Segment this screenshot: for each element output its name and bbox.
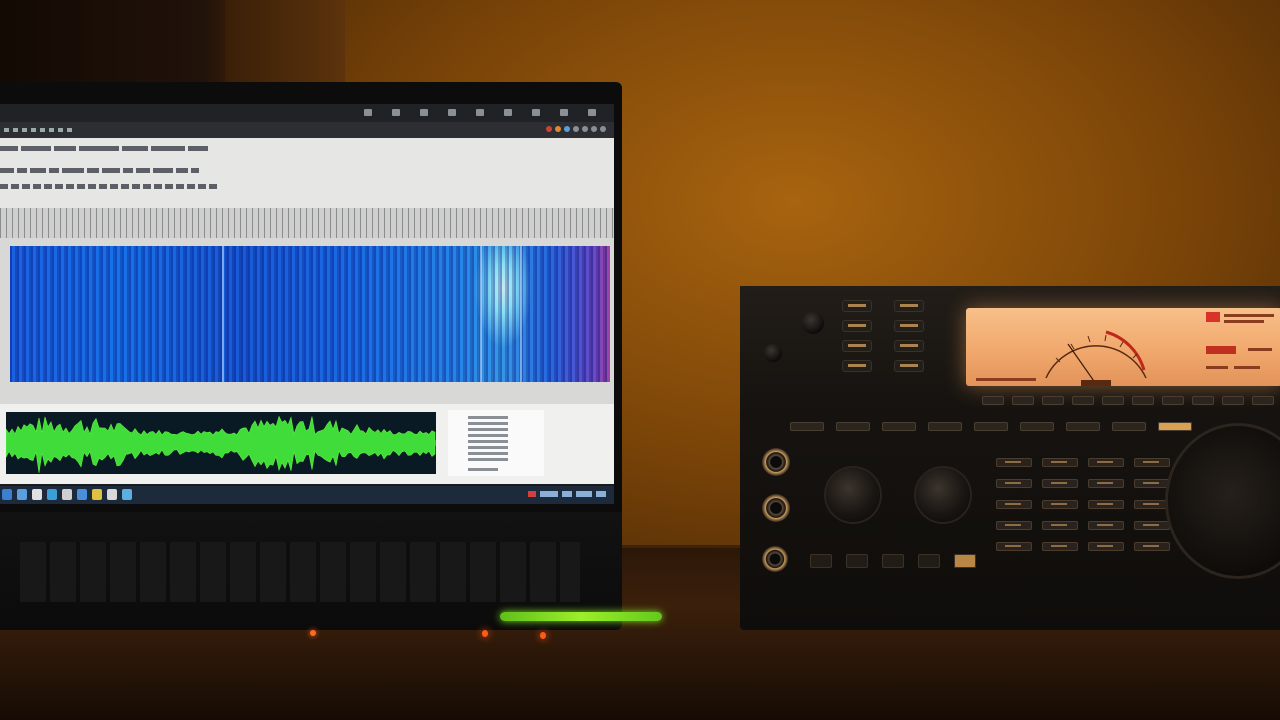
status-icon	[392, 109, 400, 116]
small-knob	[802, 312, 824, 334]
os-title-bar	[0, 104, 614, 122]
marker-line	[520, 246, 522, 382]
app-icon	[17, 489, 27, 500]
status-icon	[560, 109, 568, 116]
laptop-screen	[0, 104, 614, 504]
control-knob	[916, 468, 970, 522]
green-cable	[500, 612, 662, 621]
photo-scene	[0, 0, 1280, 720]
radio-button-grid	[842, 300, 924, 372]
small-knob	[764, 344, 782, 362]
status-icon	[364, 109, 372, 116]
status-icon	[420, 109, 428, 116]
keyboard-keys	[20, 542, 580, 602]
lower-button-row	[810, 554, 976, 568]
led-indicator-icon	[310, 630, 316, 636]
menu-items	[4, 128, 72, 132]
radio-button	[842, 340, 872, 352]
radio-button	[842, 320, 872, 332]
toolbar-row	[0, 144, 208, 154]
radio-button	[894, 300, 924, 312]
function-button-row	[790, 422, 1192, 431]
waveform-svg	[6, 415, 436, 473]
radio-button	[842, 360, 872, 372]
audio-jack	[762, 494, 790, 522]
radio-transceiver	[740, 286, 1280, 630]
app-icon	[2, 489, 12, 500]
toolbar-row	[0, 166, 199, 176]
led-indicator-icon	[482, 630, 488, 637]
status-icon	[476, 109, 484, 116]
app-icon	[92, 489, 102, 500]
radio-button	[894, 320, 924, 332]
display-button-row	[982, 396, 1280, 405]
laptop	[0, 82, 622, 524]
system-tray	[528, 491, 606, 497]
radio-display	[966, 308, 1280, 386]
app-toolbar	[0, 138, 614, 208]
marker-line	[480, 246, 482, 382]
display-indicator	[1206, 312, 1220, 322]
control-knob	[826, 468, 880, 522]
radio-button	[894, 360, 924, 372]
frequency-ruler	[0, 208, 614, 238]
taskbar-app-icons	[2, 489, 132, 500]
radio-keypad	[996, 458, 1170, 551]
waveform-panel	[0, 404, 614, 484]
taskbar	[0, 486, 614, 504]
app-icon	[62, 489, 72, 500]
status-icon	[504, 109, 512, 116]
side-list	[448, 410, 544, 476]
app-icon	[77, 489, 87, 500]
window-control-icon	[546, 126, 606, 132]
radio-button	[842, 300, 872, 312]
signal-meter	[1045, 330, 1147, 386]
app-icon	[122, 489, 132, 500]
status-icon	[588, 109, 596, 116]
audio-jack	[762, 448, 790, 476]
status-icon	[532, 109, 540, 116]
os-status-icons	[364, 109, 596, 116]
audio-jack	[762, 546, 788, 572]
radio-button	[894, 340, 924, 352]
led-indicator-icon	[540, 632, 546, 639]
status-icon	[448, 109, 456, 116]
app-icon	[47, 489, 57, 500]
app-menu-bar	[0, 122, 614, 138]
radio-upper-panel	[740, 286, 1280, 418]
toolbar-row	[0, 182, 217, 192]
spectrogram-panel	[0, 238, 614, 404]
app-icon	[107, 489, 117, 500]
waveform-display	[6, 412, 436, 474]
app-icon	[32, 489, 42, 500]
main-tuning-dial	[1168, 426, 1280, 576]
marker-line	[222, 246, 224, 382]
